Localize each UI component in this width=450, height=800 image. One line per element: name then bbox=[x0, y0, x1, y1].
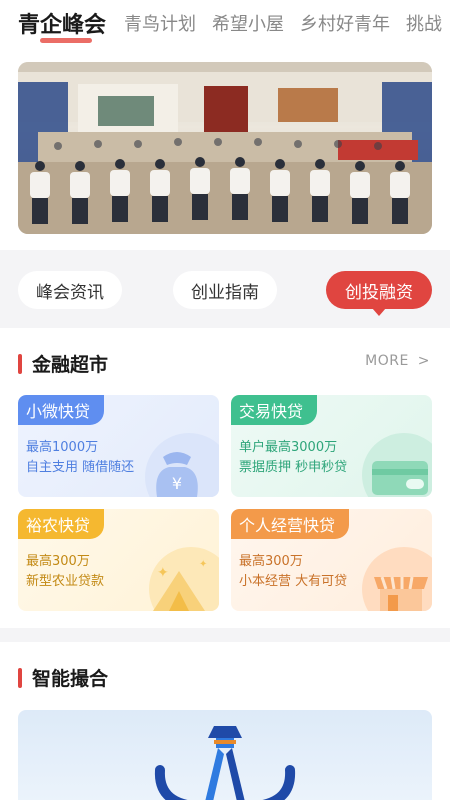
segment-venture-financing[interactable]: 创投融资 bbox=[326, 271, 432, 316]
segment-startup-guide[interactable]: 创业指南 bbox=[173, 271, 277, 309]
conference-hall-photo bbox=[18, 62, 432, 234]
tab-rural-youth[interactable]: 乡村好青年 bbox=[300, 10, 390, 36]
more-link[interactable]: MORE > bbox=[365, 353, 430, 369]
summit-banner-image[interactable] bbox=[18, 62, 432, 234]
tab-hope-cabin[interactable]: 希望小屋 bbox=[212, 10, 284, 36]
segment-summit-news[interactable]: 峰会资讯 bbox=[18, 271, 122, 309]
tab-label: 青企峰会 bbox=[18, 13, 107, 38]
loan-card-agri[interactable]: 裕农快贷 最高300万 新型农业贷款 ✦ ✦ bbox=[18, 509, 219, 611]
card-limit: 最高300万 bbox=[239, 554, 303, 569]
platform-logo-icon bbox=[154, 726, 296, 800]
storefront-icon bbox=[362, 547, 432, 611]
loan-card-trade[interactable]: 交易快贷 单户最高3000万 票据质押 秒申秒贷 bbox=[231, 395, 432, 497]
section-title: 金融超市 bbox=[32, 354, 109, 376]
card-limit: 单户最高3000万 bbox=[239, 440, 338, 455]
active-tab-indicator bbox=[40, 38, 92, 43]
card-tag: 交易快贷 bbox=[231, 395, 318, 425]
svg-text:✦: ✦ bbox=[199, 559, 207, 570]
wallet-card-icon bbox=[362, 433, 432, 497]
money-bag-icon: ¥ bbox=[145, 433, 219, 497]
section-accent-bar bbox=[18, 667, 22, 688]
section-divider bbox=[0, 628, 450, 642]
card-limit: 最高1000万 bbox=[26, 440, 99, 455]
tab-qingqi-summit[interactable]: 青企峰会 bbox=[18, 7, 107, 43]
card-tag: 裕农快贷 bbox=[18, 509, 105, 539]
svg-text:✦: ✦ bbox=[157, 565, 169, 581]
matching-section-header: 智能撮合 bbox=[18, 664, 108, 691]
tab-qingniao-plan[interactable]: 青鸟计划 bbox=[124, 10, 196, 36]
finance-section-header: 金融超市 bbox=[18, 350, 108, 377]
section-accent-bar bbox=[18, 353, 22, 374]
tab-challenge[interactable]: 挑战 bbox=[406, 10, 442, 36]
loan-card-personal-business[interactable]: 个人经营快贷 最高300万 小本经营 大有可贷 bbox=[231, 509, 432, 611]
segment-bar: 峰会资讯 创业指南 创投融资 bbox=[0, 250, 450, 328]
card-desc: 自主支用 随借随还 bbox=[26, 460, 135, 475]
matching-banner-image[interactable] bbox=[18, 710, 432, 800]
card-desc: 小本经营 大有可贷 bbox=[239, 574, 348, 589]
section-title: 智能撮合 bbox=[32, 668, 109, 690]
svg-text:¥: ¥ bbox=[172, 474, 182, 493]
chevron-right-icon: > bbox=[417, 353, 430, 369]
farm-hill-icon: ✦ ✦ bbox=[149, 547, 219, 611]
card-desc: 票据质押 秒申秒贷 bbox=[239, 460, 348, 475]
card-limit: 最高300万 bbox=[26, 554, 90, 569]
more-label: MORE bbox=[365, 353, 409, 369]
top-tab-bar: 青企峰会 青鸟计划 希望小屋 乡村好青年 挑战 bbox=[0, 0, 450, 46]
card-desc: 新型农业贷款 bbox=[26, 574, 105, 589]
loan-card-micro[interactable]: 小微快贷 最高1000万 自主支用 随借随还 ¥ bbox=[18, 395, 219, 497]
card-tag: 小微快贷 bbox=[18, 395, 105, 425]
card-tag: 个人经营快贷 bbox=[231, 509, 350, 539]
